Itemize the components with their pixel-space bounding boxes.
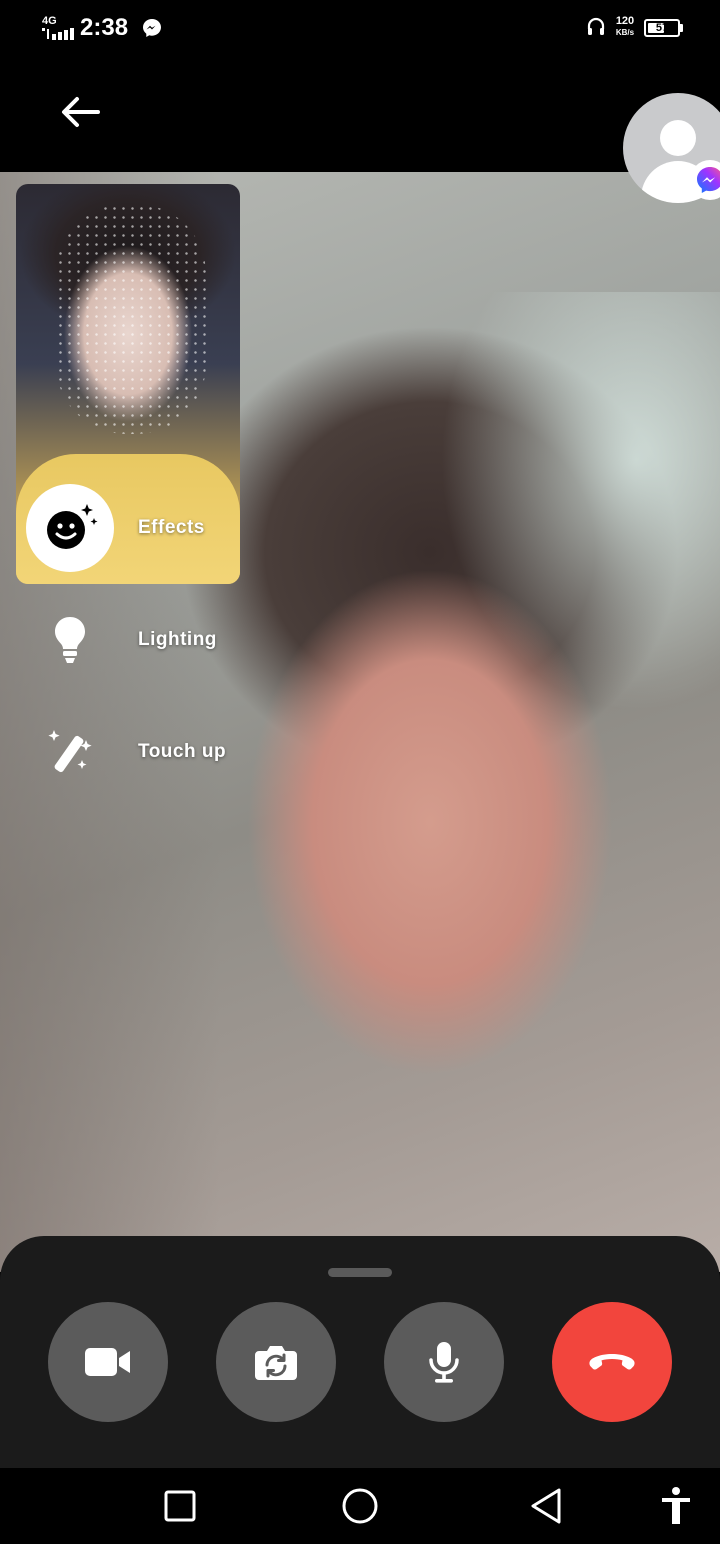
smiley-sparkle-icon <box>47 504 98 549</box>
face-effect-overlay <box>56 204 206 434</box>
status-bar: 4G 2:38 120 KB/s 57 <box>0 0 720 56</box>
messenger-icon <box>690 160 720 200</box>
headphone-icon <box>587 17 605 35</box>
back-triangle-icon <box>531 1488 561 1524</box>
system-nav-bar <box>0 1468 720 1544</box>
signal-strength-icon <box>42 28 74 40</box>
recents-button[interactable] <box>156 1482 204 1530</box>
flip-camera-button[interactable] <box>216 1302 336 1422</box>
messenger-notification-icon <box>143 19 161 37</box>
back-button[interactable] <box>52 86 108 138</box>
call-top-bar <box>0 56 720 172</box>
avatar-head <box>660 120 696 156</box>
battery-level: 57 <box>655 22 669 34</box>
recents-square-icon <box>164 1490 196 1522</box>
touch-up-button[interactable] <box>44 726 96 778</box>
microphone-button[interactable] <box>384 1302 504 1422</box>
status-time: 2:38 <box>80 14 129 41</box>
effects-button[interactable] <box>26 484 114 572</box>
lighting-label[interactable]: Lighting <box>138 629 217 651</box>
end-call-button[interactable] <box>552 1302 672 1422</box>
home-button[interactable] <box>336 1482 384 1530</box>
call-controls-panel <box>0 1236 720 1468</box>
lightbulb-icon <box>55 617 85 663</box>
arrow-left-icon <box>62 97 100 127</box>
flip-camera-icon <box>255 1346 297 1380</box>
remote-video-highlight <box>440 292 720 712</box>
panel-drag-handle[interactable] <box>328 1268 392 1277</box>
network-type: 4G <box>42 15 57 27</box>
camera-toggle-button[interactable] <box>48 1302 168 1422</box>
lighting-button[interactable] <box>44 614 96 666</box>
accessibility-icon <box>662 1487 690 1524</box>
video-camera-icon <box>85 1348 130 1376</box>
microphone-icon <box>429 1342 459 1383</box>
magic-wand-icon <box>48 730 92 773</box>
network-speed: 120 KB/s <box>614 16 636 38</box>
accessibility-button[interactable] <box>652 1482 700 1530</box>
network-speed-unit: KB/s <box>615 28 635 37</box>
touch-up-label[interactable]: Touch up <box>138 741 226 763</box>
end-call-icon <box>589 1354 635 1370</box>
battery-icon: 57 <box>644 19 680 37</box>
messenger-logo-icon <box>697 167 720 193</box>
home-circle-icon <box>342 1488 378 1524</box>
nav-back-button[interactable] <box>522 1482 570 1530</box>
effects-label[interactable]: Effects <box>138 517 205 539</box>
battery-cap <box>680 24 683 32</box>
network-speed-value: 120 <box>615 15 635 27</box>
